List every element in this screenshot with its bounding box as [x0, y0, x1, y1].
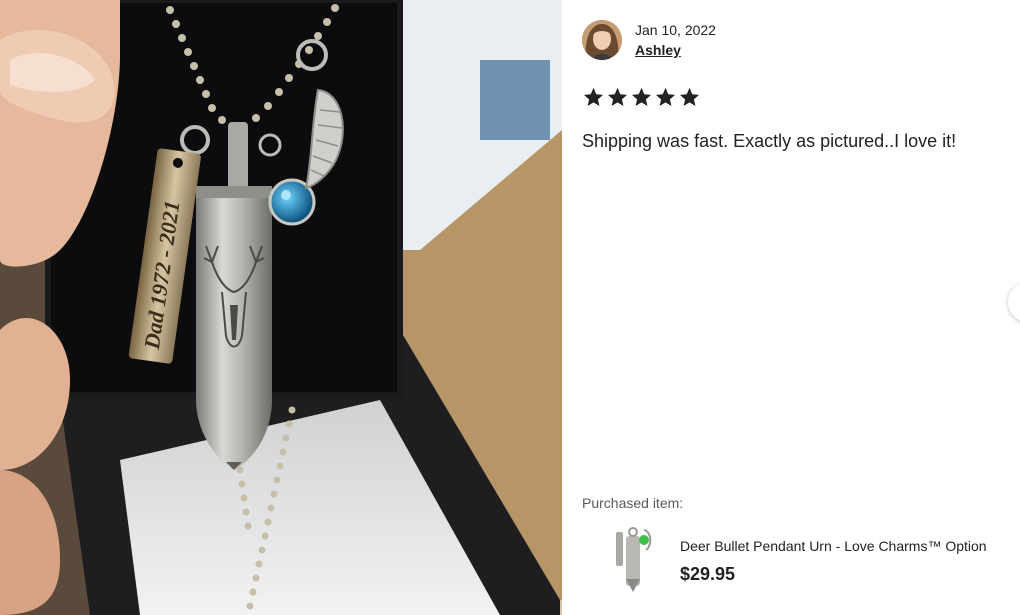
- star-icon: [655, 87, 676, 107]
- item-price: $29.95: [680, 564, 736, 584]
- avatar[interactable]: [582, 20, 622, 60]
- star-rating: [582, 86, 701, 109]
- item-thumbnail[interactable]: [604, 524, 664, 594]
- star-icon: [583, 87, 604, 107]
- star-icon: [631, 87, 652, 107]
- star-icon: [679, 87, 700, 107]
- reviewer-name-link[interactable]: Ashley: [635, 42, 681, 58]
- purchased-item-link[interactable]: Deer Bullet Pendant Urn - Love Charms™ O…: [582, 520, 1012, 600]
- review-photo[interactable]: Dad 1972 - 2021: [0, 0, 562, 615]
- star-icon: [607, 87, 628, 107]
- review-panel: Jan 10, 2022 Ashley Shipping was fast. E…: [562, 0, 1020, 615]
- item-title[interactable]: Deer Bullet Pendant Urn - Love Charms™ O…: [680, 538, 987, 554]
- review-text: Shipping was fast. Exactly as pictured..…: [582, 131, 957, 151]
- review-date: Jan 10, 2022: [635, 22, 716, 38]
- purchased-item-label: Purchased item:: [582, 495, 684, 511]
